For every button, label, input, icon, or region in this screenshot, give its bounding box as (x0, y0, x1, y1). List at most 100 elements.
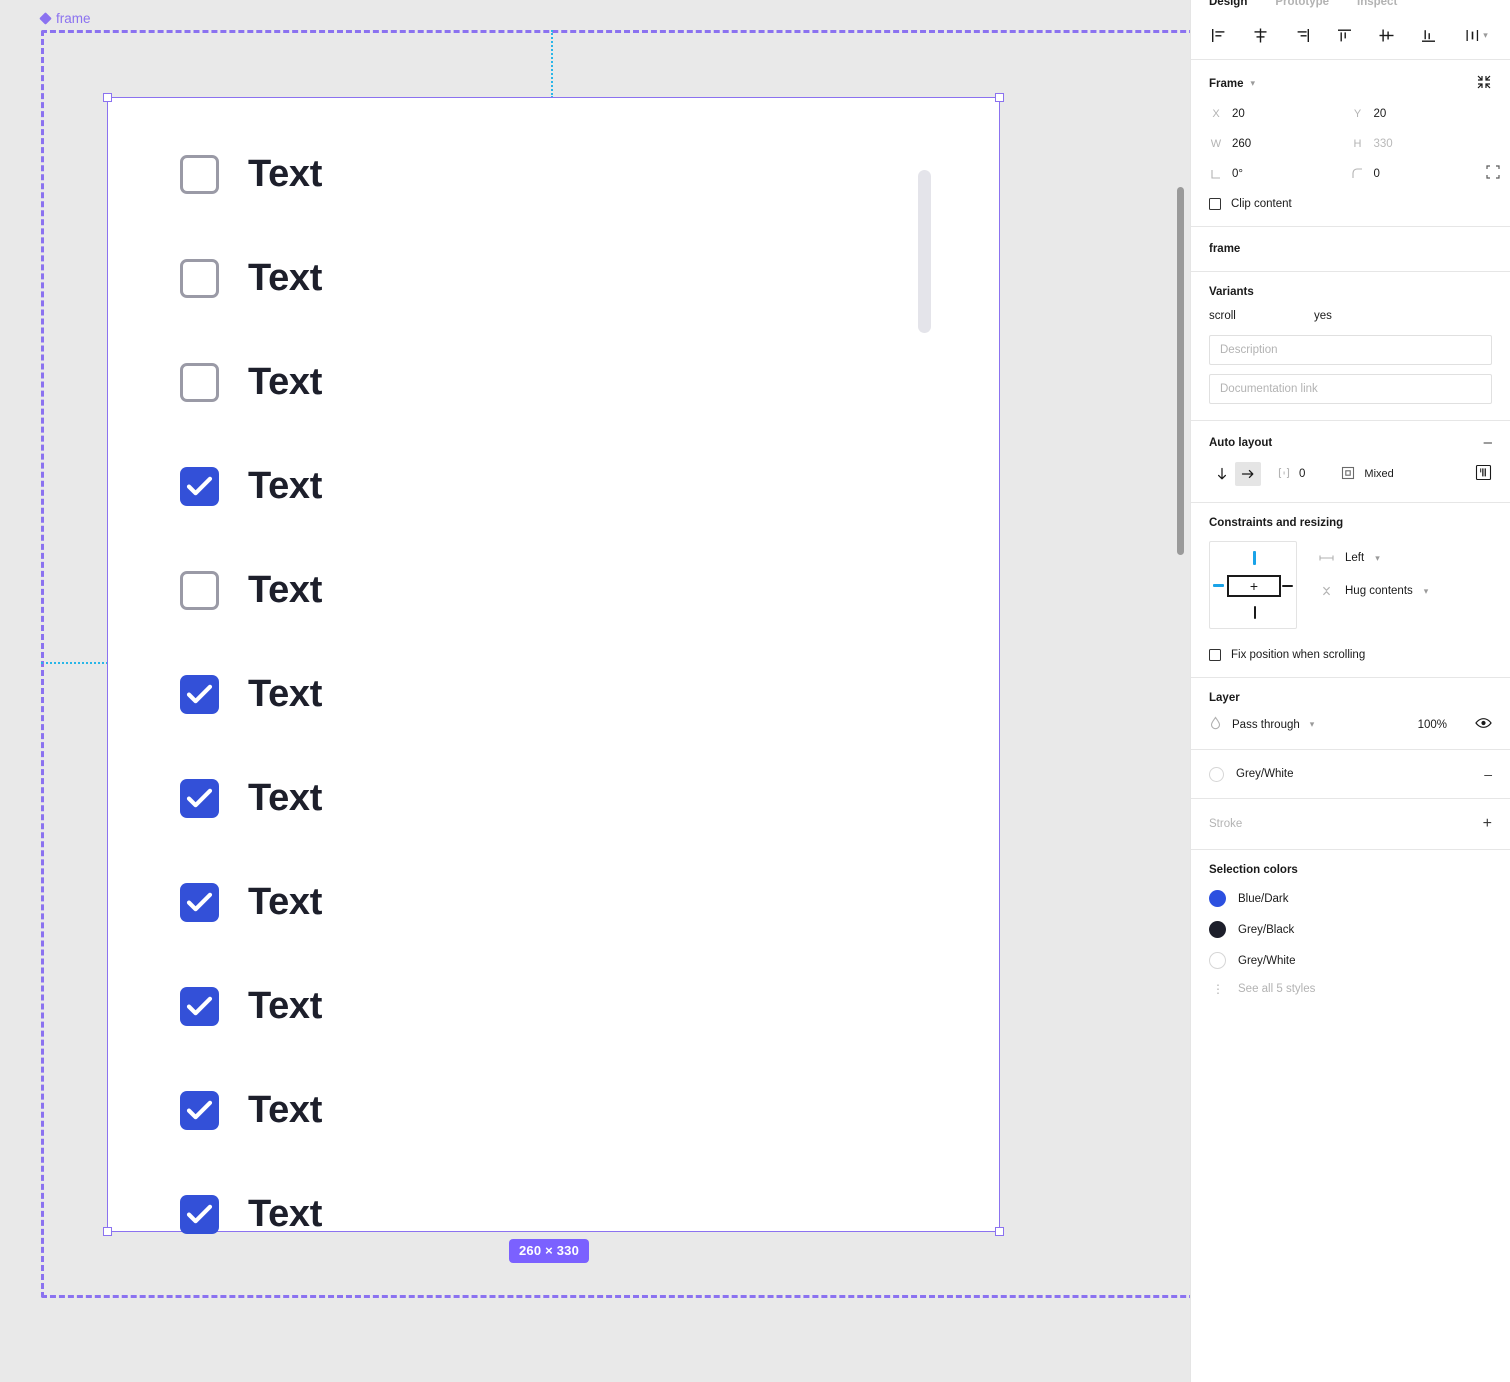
fill-style-name: Grey/White (1236, 768, 1294, 780)
tab-inspect[interactable]: Inspect (1357, 0, 1397, 8)
checkbox-checked-icon[interactable] (180, 986, 219, 1026)
constraints-widget[interactable]: + (1209, 541, 1297, 629)
checkbox-list: Text Text Text Text Text Text Text Text Text Text… (180, 122, 322, 1266)
align-left-icon[interactable] (1205, 22, 1233, 50)
chevron-down-icon[interactable]: ▾ (1310, 720, 1315, 729)
blend-mode-dropdown[interactable]: Pass through ▾ (1209, 716, 1408, 733)
height-field[interactable]: H 330 (1351, 135, 1493, 152)
auto-layout-vertical-button[interactable] (1209, 462, 1235, 486)
selection-color-blue-dark[interactable]: Blue/Dark (1209, 890, 1492, 907)
padding-field[interactable]: Mixed (1341, 466, 1394, 483)
collapse-arrows-icon[interactable] (1476, 74, 1492, 93)
rotation-field[interactable]: 0° (1209, 165, 1351, 182)
checkbox-row[interactable]: Text (180, 1162, 322, 1266)
checkbox-row[interactable]: Text (180, 746, 322, 850)
variant-row-scroll[interactable]: scroll yes (1209, 310, 1492, 322)
clip-content-row[interactable]: Clip content (1209, 198, 1492, 210)
constraint-tick-bottom[interactable] (1253, 606, 1256, 619)
checkbox-row[interactable]: Text (180, 538, 322, 642)
fix-position-row[interactable]: Fix position when scrolling (1209, 649, 1492, 661)
selection-color-grey-white[interactable]: Grey/White (1209, 952, 1492, 969)
constraint-tick-top[interactable] (1253, 551, 1256, 565)
checkbox-row[interactable]: Text (180, 954, 322, 1058)
checkbox-checked-icon[interactable] (180, 674, 219, 714)
more-options-icon[interactable]: ⋮ (1212, 983, 1224, 995)
checkbox-row[interactable]: Text (180, 850, 322, 954)
color-swatch[interactable] (1209, 890, 1226, 907)
component-diamond-icon (39, 12, 52, 25)
remove-auto-layout-button[interactable]: – (1484, 435, 1492, 450)
component-name-row[interactable]: frame (1191, 227, 1510, 272)
horizontal-constraint-dropdown[interactable]: Left ▾ (1319, 552, 1492, 564)
checkbox-label: Text (248, 465, 323, 507)
checkbox-checked-icon[interactable] (180, 882, 219, 922)
checkbox-row[interactable]: Text (180, 642, 322, 746)
resize-handle-top-right[interactable] (995, 93, 1004, 102)
tab-design[interactable]: Design (1209, 0, 1247, 8)
visibility-eye-icon[interactable] (1475, 716, 1492, 733)
checkbox-label: Text (248, 257, 323, 299)
constraint-tick-left[interactable] (1213, 584, 1224, 587)
opacity-value[interactable]: 100% (1418, 719, 1447, 731)
independent-corners-icon[interactable] (1486, 165, 1500, 182)
add-stroke-button[interactable]: + (1483, 815, 1492, 833)
selection-colors-title: Selection colors (1209, 864, 1298, 876)
width-field[interactable]: W 260 (1209, 135, 1351, 152)
remove-fill-button[interactable]: – (1484, 766, 1492, 782)
chevron-down-icon[interactable]: ▾ (1483, 31, 1488, 40)
checkbox-checked-icon[interactable] (180, 778, 219, 818)
checkbox-row[interactable]: Text (180, 434, 322, 538)
alignment-grid-button[interactable] (1475, 464, 1492, 484)
align-top-icon[interactable] (1331, 22, 1359, 50)
checkbox-row[interactable]: Text (180, 226, 322, 330)
checkbox-unchecked-icon[interactable] (180, 570, 219, 610)
auto-layout-horizontal-button[interactable] (1235, 462, 1261, 486)
resize-handle-bottom-left[interactable] (103, 1227, 112, 1236)
constraint-tick-right[interactable] (1282, 584, 1293, 587)
design-canvas[interactable]: frame Text Text Text Text Text Text Text Text Te… (0, 0, 1190, 1382)
blend-mode-value: Pass through (1232, 718, 1300, 731)
chevron-down-icon[interactable]: ▾ (1251, 79, 1256, 88)
x-field[interactable]: X 20 (1209, 105, 1351, 122)
see-all-styles-row[interactable]: ⋮ See all 5 styles (1209, 983, 1492, 995)
resize-handle-top-left[interactable] (103, 93, 112, 102)
checkbox-label: Text (248, 777, 323, 819)
checkbox-unchecked-icon[interactable] (180, 154, 219, 194)
description-input[interactable]: Description (1209, 335, 1492, 365)
selected-frame-artboard[interactable]: Text Text Text Text Text Text Text Text Text Text… (103, 93, 1004, 1236)
align-bottom-icon[interactable] (1414, 22, 1442, 50)
component-frame-label[interactable]: frame (39, 11, 91, 26)
align-right-icon[interactable] (1289, 22, 1317, 50)
corner-radius-field[interactable]: 0 (1351, 165, 1500, 182)
fix-position-checkbox[interactable] (1209, 649, 1221, 661)
chevron-down-icon[interactable]: ▾ (1375, 553, 1380, 563)
checkbox-row[interactable]: Text (180, 122, 322, 226)
color-swatch[interactable] (1209, 921, 1226, 938)
checkbox-checked-icon[interactable] (180, 466, 219, 506)
item-spacing-field[interactable]: 0 (1277, 466, 1305, 483)
checkbox-checked-icon[interactable] (180, 1194, 219, 1234)
selection-color-grey-black[interactable]: Grey/Black (1209, 921, 1492, 938)
tab-prototype[interactable]: Prototype (1275, 0, 1329, 8)
layer-title: Layer (1209, 692, 1240, 704)
checkbox-row[interactable]: Text (180, 1058, 322, 1162)
checkbox-unchecked-icon[interactable] (180, 258, 219, 298)
color-swatch[interactable] (1209, 952, 1226, 969)
checkbox-unchecked-icon[interactable] (180, 362, 219, 402)
checkbox-checked-icon[interactable] (180, 1090, 219, 1130)
documentation-link-input[interactable]: Documentation link (1209, 374, 1492, 404)
y-field[interactable]: Y 20 (1351, 105, 1493, 122)
fill-row[interactable]: Grey/White – (1191, 750, 1510, 799)
canvas-vertical-scrollbar[interactable] (1177, 187, 1184, 555)
clip-content-checkbox[interactable] (1209, 198, 1221, 210)
artboard-scrollbar[interactable] (918, 170, 931, 333)
distribute-icon[interactable]: ▾ (1456, 22, 1496, 50)
align-vertical-center-icon[interactable] (1372, 22, 1400, 50)
resize-handle-bottom-right[interactable] (995, 1227, 1004, 1236)
checkbox-row[interactable]: Text (180, 330, 322, 434)
vertical-resize-dropdown[interactable]: Hug contents ▾ (1319, 584, 1492, 598)
fill-swatch[interactable] (1209, 766, 1224, 782)
x-value: 20 (1232, 107, 1245, 120)
align-horizontal-center-icon[interactable] (1247, 22, 1275, 50)
chevron-down-icon[interactable]: ▾ (1424, 586, 1429, 596)
